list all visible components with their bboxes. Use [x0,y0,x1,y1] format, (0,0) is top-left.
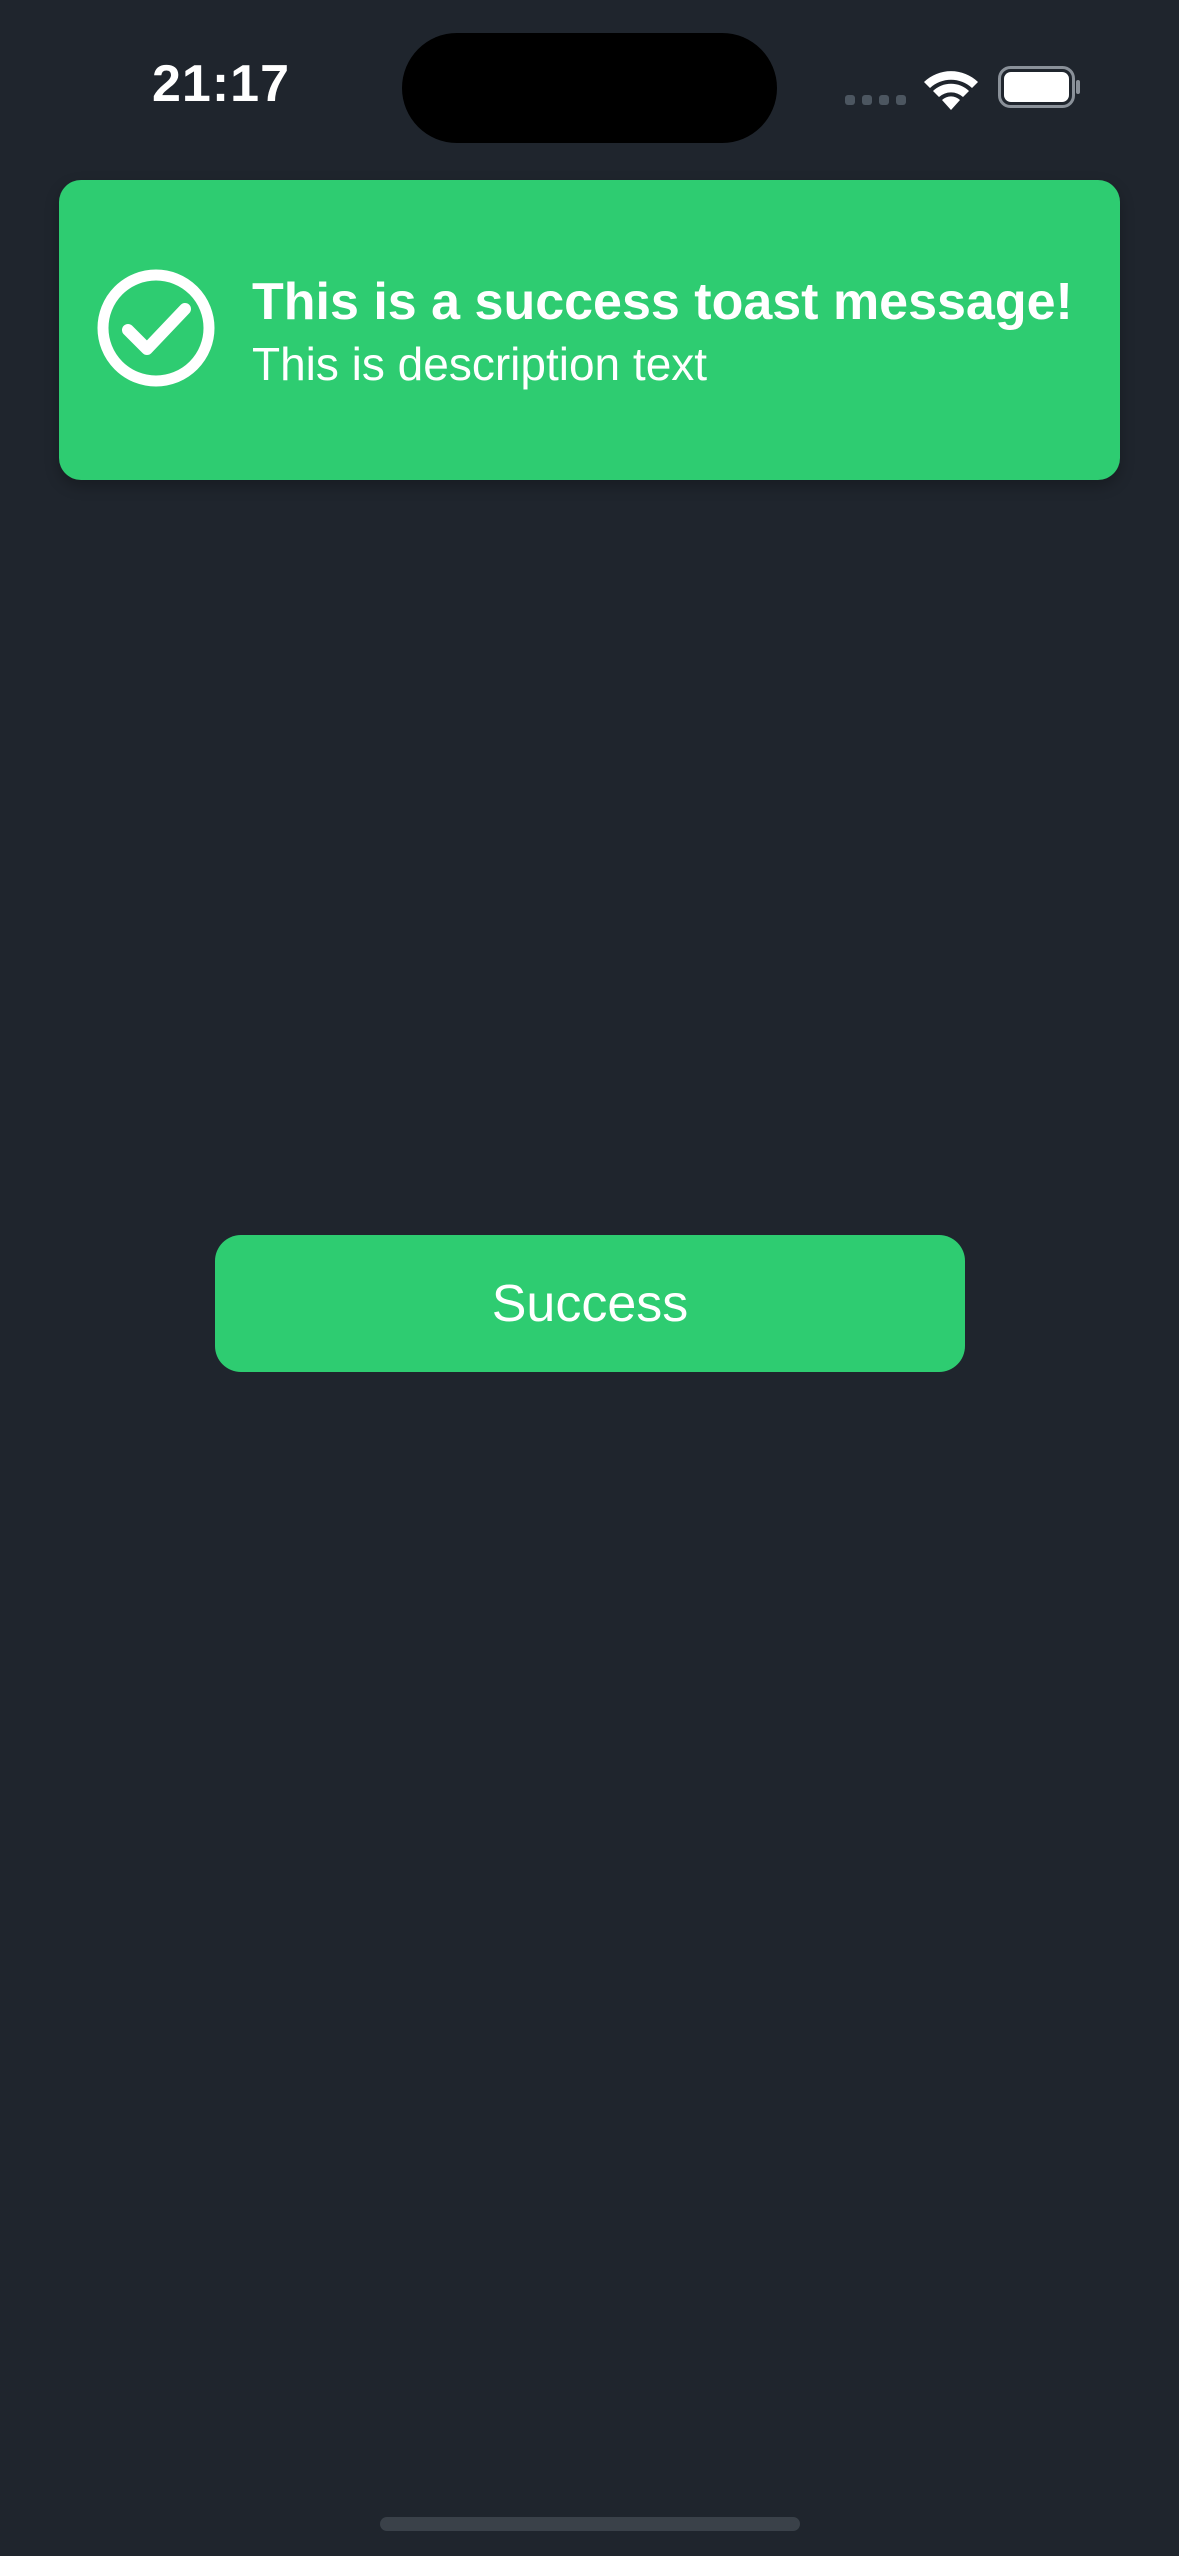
success-toast[interactable]: This is a success toast message! This is… [59,180,1120,480]
dynamic-island [402,33,777,143]
checkmark-circle-icon [97,269,215,387]
cellular-signal-icon [845,95,906,105]
toast-description: This is description text [252,338,708,390]
status-time: 21:17 [152,55,290,113]
success-button[interactable]: Success [215,1235,965,1372]
battery-icon [998,66,1080,108]
home-indicator[interactable] [380,2517,800,2531]
wifi-icon [924,71,978,110]
toast-title: This is a success toast message! [252,273,1073,331]
